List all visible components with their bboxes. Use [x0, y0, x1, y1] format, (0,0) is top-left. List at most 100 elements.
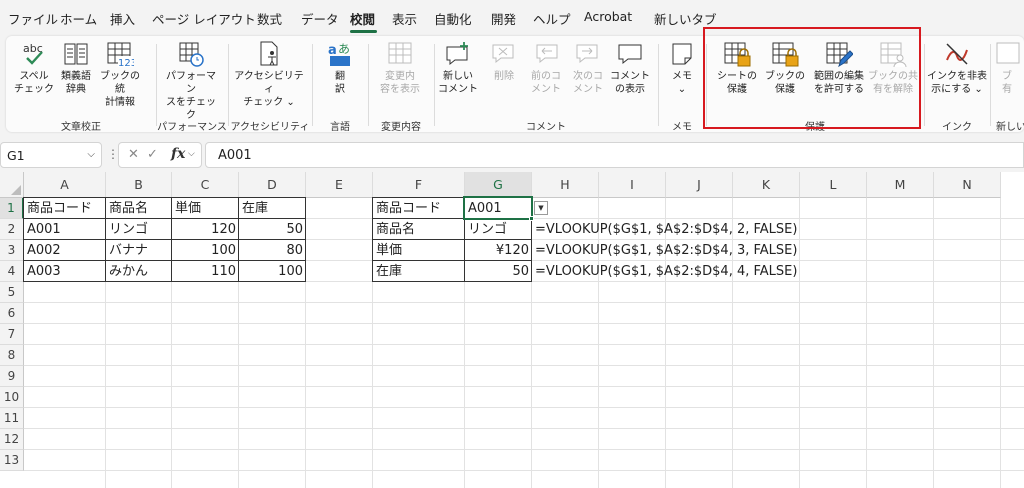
spellcheck-icon: abc	[20, 40, 48, 68]
tab-acrobat[interactable]: Acrobat	[584, 9, 632, 24]
tab-view[interactable]: 表示	[392, 9, 417, 28]
gridline	[24, 470, 1024, 471]
partial-ribbon-button[interactable]: ブ 有	[994, 40, 1020, 96]
tab-home[interactable]: ホーム	[60, 9, 97, 28]
row-header-8[interactable]: 8	[0, 345, 24, 366]
row-header-11[interactable]: 11	[0, 408, 24, 429]
delete-comment-button[interactable]: 削除	[482, 40, 526, 83]
column-header-l[interactable]: L	[800, 172, 867, 198]
fill-handle[interactable]	[529, 216, 534, 221]
chevron-down-icon[interactable]: ⌵	[87, 149, 95, 160]
partial-icon	[994, 40, 1020, 68]
column-header-h[interactable]: H	[532, 172, 599, 198]
tab-page-layout[interactable]: ページ レイアウト	[152, 9, 256, 28]
row-header-3[interactable]: 3	[0, 240, 24, 261]
row-header-2[interactable]: 2	[0, 219, 24, 240]
next-comment-button[interactable]: 次のコ メント	[566, 40, 610, 96]
show-changes-button[interactable]: 変更内 容を表示	[378, 40, 422, 96]
column-header-i[interactable]: I	[599, 172, 666, 198]
show-comments-button[interactable]: コメント の表示	[608, 40, 652, 96]
group-label-language: 言語	[330, 122, 350, 133]
name-box-value: G1	[7, 148, 25, 163]
formula-text-cell[interactable]: =VLOOKUP($G$1, $A$2:$D$4, 3, FALSE)	[532, 240, 800, 261]
formula-input[interactable]: A001	[205, 142, 1024, 168]
group-separator	[228, 44, 229, 126]
translate-button[interactable]: aあ 翻 訳	[318, 40, 362, 96]
tab-automate[interactable]: 自動化	[434, 9, 472, 28]
column-header-j[interactable]: J	[666, 172, 733, 198]
table-border	[238, 198, 239, 282]
tab-help[interactable]: ヘルプ	[533, 9, 571, 28]
row-header-10[interactable]: 10	[0, 387, 24, 408]
column-header-g[interactable]: G	[465, 172, 532, 198]
notes-icon	[668, 40, 696, 68]
show-changes-icon	[386, 40, 414, 68]
row-header-12[interactable]: 12	[0, 429, 24, 450]
tab-data[interactable]: データ	[301, 9, 339, 28]
new-comment-button[interactable]: 新しい コメント	[436, 40, 480, 96]
confirm-icon[interactable]: ✓	[147, 147, 158, 162]
hide-ink-button[interactable]: インクを非表 示にする ⌄	[926, 40, 988, 96]
cancel-icon[interactable]: ✕	[128, 147, 139, 162]
row-header-13[interactable]: 13	[0, 450, 24, 471]
next-comment-icon	[574, 40, 602, 68]
table-border	[24, 218, 306, 219]
gridline	[24, 323, 1024, 324]
formula-text-cell[interactable]: =VLOOKUP($G$1, $A$2:$D$4, 4, FALSE)	[532, 261, 800, 282]
performance-check-icon	[177, 40, 205, 68]
group-label-changes: 変更内容	[381, 122, 421, 133]
column-header-d[interactable]: D	[239, 172, 306, 198]
column-header-c[interactable]: C	[172, 172, 239, 198]
previous-comment-button[interactable]: 前のコ メント	[524, 40, 568, 96]
previous-comment-icon	[532, 40, 560, 68]
select-all-button[interactable]	[0, 172, 24, 198]
row-header-6[interactable]: 6	[0, 303, 24, 324]
row-header-1[interactable]: 1	[0, 198, 24, 219]
hide-ink-icon	[943, 40, 971, 68]
tab-new-tab[interactable]: 新しいタブ	[654, 9, 717, 28]
group-separator	[156, 44, 157, 126]
group-label-accessibility: アクセシビリティ	[230, 122, 310, 133]
column-header-a[interactable]: A	[24, 172, 106, 198]
name-box[interactable]: G1 ⌵	[0, 142, 102, 168]
formula-text-cell[interactable]: =VLOOKUP($G$1, $A$2:$D$4, 2, FALSE)	[532, 219, 800, 240]
dropdown-arrow-icon[interactable]: ▼	[534, 201, 548, 215]
column-header-e[interactable]: E	[306, 172, 373, 198]
column-header-f[interactable]: F	[373, 172, 465, 198]
notes-button[interactable]: メモ ⌄	[660, 40, 704, 96]
thesaurus-button[interactable]: 類義語 辞典	[54, 40, 98, 96]
row-header-9[interactable]: 9	[0, 366, 24, 387]
tab-developer[interactable]: 開発	[491, 9, 516, 28]
performance-check-button[interactable]: パフォーマン スをチェック	[162, 40, 220, 122]
row-header-5[interactable]: 5	[0, 282, 24, 303]
workbook-statistics-button[interactable]: 123 ブックの統 計情報	[98, 40, 142, 109]
translate-icon: aあ	[326, 40, 354, 68]
row-header-4[interactable]: 4	[0, 261, 24, 282]
spellcheck-button[interactable]: abc スペル チェック	[12, 40, 56, 96]
chevron-down-icon[interactable]: ⌵	[188, 149, 195, 159]
column-header-b[interactable]: B	[106, 172, 172, 198]
column-header-m[interactable]: M	[867, 172, 934, 198]
table-border	[373, 260, 532, 261]
thesaurus-icon	[62, 40, 90, 68]
tab-review[interactable]: 校閲	[350, 9, 375, 28]
group-separator	[434, 44, 435, 126]
new-comment-icon	[444, 40, 472, 68]
gridline	[933, 198, 934, 488]
gridline	[24, 386, 1024, 387]
tab-insert[interactable]: 挿入	[110, 9, 135, 28]
delete-comment-icon	[490, 40, 518, 68]
row-header-7[interactable]: 7	[0, 324, 24, 345]
tab-file[interactable]: ファイル	[8, 9, 58, 28]
accessibility-check-button[interactable]: アクセシビリティ チェック ⌄	[234, 40, 304, 109]
worksheet-grid[interactable]: A B C D E F G H I J K L M N 1 2 3 4 5 6 7 8 9 10 11 12 13 商品コード 商品名単…	[0, 172, 1024, 488]
workbook-statistics-icon: 123	[106, 40, 134, 68]
insert-function-icon[interactable]: fx	[171, 146, 185, 162]
group-separator	[658, 44, 659, 126]
tab-formulas[interactable]: 数式	[257, 9, 282, 28]
svg-text:a: a	[328, 43, 337, 58]
group-separator	[990, 44, 991, 126]
column-header-k[interactable]: K	[733, 172, 800, 198]
column-header-n[interactable]: N	[934, 172, 1001, 198]
gridline	[866, 198, 867, 488]
